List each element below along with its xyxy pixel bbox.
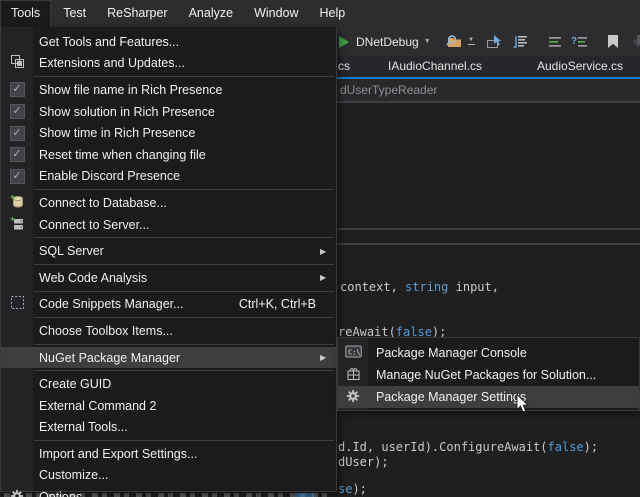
document-tabstrip: cs IAudioChannel.cs AudioService.cs (337, 56, 640, 79)
menu-item-connect-to-database[interactable]: Connect to Database... (1, 192, 336, 214)
code-line: se); (338, 482, 367, 496)
menu-item-choose-toolbox-items[interactable]: Choose Toolbox Items... (1, 320, 336, 342)
chevron-down-icon[interactable]: ▼ (424, 38, 431, 45)
menu-item-connect-to-server[interactable]: Connect to Server... (1, 214, 336, 236)
menubar-item-window[interactable]: Window (245, 0, 307, 27)
code-cleanup-icon[interactable]: ? (570, 35, 588, 49)
menu-item-code-snippets-manager[interactable]: Code Snippets Manager... Ctrl+K, Ctrl+B (1, 294, 336, 316)
snippets-icon (10, 295, 25, 313)
server-icon (10, 216, 24, 234)
navigation-bar[interactable]: dUserTypeReader (337, 79, 640, 103)
check-icon: ✓ (10, 147, 25, 162)
svg-text:?: ? (571, 36, 577, 47)
package-icon (346, 366, 361, 384)
code-line: d.Id, userId).ConfigureAwait(false); (338, 440, 598, 454)
submenu-arrow-icon: ▶ (320, 247, 336, 256)
check-icon: ✓ (10, 104, 25, 119)
bookmark-icon[interactable] (606, 34, 620, 49)
check-icon: ✓ (10, 82, 25, 97)
mouse-cursor (516, 394, 530, 414)
shortcut-label: Ctrl+K, Ctrl+B (239, 297, 336, 311)
menu-item-create-guid[interactable]: Create GUID (1, 373, 336, 395)
menu-item-import-export-settings[interactable]: Import and Export Settings... (1, 443, 336, 465)
check-icon: ✓ (10, 169, 25, 184)
menu-item-manage-nuget-packages-for-solution[interactable]: Manage NuGet Packages for Solution... (338, 364, 639, 386)
tab-iaudiochannel[interactable]: IAudioChannel.cs (388, 56, 482, 77)
vs-window: DNetDebug ▼ ▼ ? cs IAudi (0, 0, 640, 497)
menu-separator (34, 264, 334, 265)
menu-separator (34, 317, 334, 318)
run-config-dropdown[interactable]: DNetDebug (356, 35, 419, 49)
navigate-to-icon[interactable] (486, 34, 504, 49)
gear-icon (10, 489, 24, 497)
code-editor[interactable]: context, string input, reAwait(false); d… (337, 103, 640, 497)
menubar-item-analyze[interactable]: Analyze (180, 0, 242, 27)
code-line: context, string input, (340, 280, 499, 294)
menu-item-show-time-rich-presence[interactable]: ✓ Show time in Rich Presence (1, 122, 336, 144)
menu-item-extensions-and-updates[interactable]: Extensions and Updates... (1, 53, 336, 75)
menu-item-options[interactable]: Options... (1, 486, 336, 497)
menu-item-sql-server[interactable]: SQL Server ▶ (1, 240, 336, 262)
menubar-item-test[interactable]: Test (54, 0, 95, 27)
submenu-arrow-icon: ▶ (320, 273, 336, 282)
menu-separator (34, 344, 334, 345)
splitter-line (337, 243, 640, 245)
menu-separator (34, 291, 334, 292)
breadcrumb[interactable]: dUserTypeReader (340, 79, 437, 101)
menu-separator (34, 76, 334, 77)
menu-separator (34, 370, 334, 371)
menu-item-package-manager-settings[interactable]: Package Manager Settings (338, 386, 639, 408)
gear-icon (346, 389, 360, 406)
extensions-icon (10, 54, 25, 72)
menu-bar: Tools Test ReSharper Analyze Window Help (0, 0, 640, 27)
menu-item-show-solution-rich-presence[interactable]: ✓ Show solution in Rich Presence (1, 101, 336, 123)
menubar-item-help[interactable]: Help (311, 0, 355, 27)
start-debug-button[interactable] (339, 36, 349, 48)
menu-item-external-tools[interactable]: External Tools... (1, 417, 336, 439)
format-document-icon[interactable] (547, 35, 564, 49)
menu-item-nuget-package-manager[interactable]: NuGet Package Manager ▶ (1, 347, 336, 369)
find-in-files-icon[interactable] (446, 34, 463, 49)
toolbar: DNetDebug ▼ ▼ ? (337, 27, 640, 56)
tab-partial[interactable]: cs (338, 56, 350, 77)
menu-item-show-file-name-rich-presence[interactable]: ✓ Show file name in Rich Presence (1, 79, 336, 101)
menu-item-get-tools-and-features[interactable]: Get Tools and Features... (1, 31, 336, 53)
console-icon: C:\ (345, 344, 362, 362)
menu-item-web-code-analysis[interactable]: Web Code Analysis ▶ (1, 267, 336, 289)
splitter-line (337, 228, 640, 230)
menu-separator (34, 237, 334, 238)
menu-separator (34, 189, 334, 190)
nuget-package-manager-submenu: C:\ Package Manager Console Manage NuGet… (337, 337, 640, 411)
menu-item-enable-discord-presence[interactable]: ✓ Enable Discord Presence (1, 166, 336, 188)
check-icon: ✓ (10, 126, 25, 141)
find-dropdown-icon[interactable]: ▼ (468, 38, 475, 45)
copy-lines-icon[interactable] (510, 34, 529, 49)
next-bookmark-icon[interactable] (633, 34, 640, 49)
menu-item-package-manager-console[interactable]: C:\ Package Manager Console (338, 342, 639, 364)
menu-item-reset-time-changing-file[interactable]: ✓ Reset time when changing file (1, 144, 336, 166)
menu-separator (34, 440, 334, 441)
submenu-arrow-icon: ▶ (320, 353, 336, 362)
tab-audioservice[interactable]: AudioService.cs (537, 56, 623, 77)
tools-menu: Get Tools and Features... Extensions and… (0, 27, 337, 492)
menubar-item-tools[interactable]: Tools (0, 0, 51, 27)
database-icon (10, 194, 24, 212)
code-line: dUser); (338, 455, 389, 469)
menu-item-customize[interactable]: Customize... (1, 465, 336, 487)
menubar-item-resharper[interactable]: ReSharper (98, 0, 176, 27)
menu-item-external-command-2[interactable]: External Command 2 (1, 395, 336, 417)
svg-text:C:\: C:\ (348, 349, 361, 357)
